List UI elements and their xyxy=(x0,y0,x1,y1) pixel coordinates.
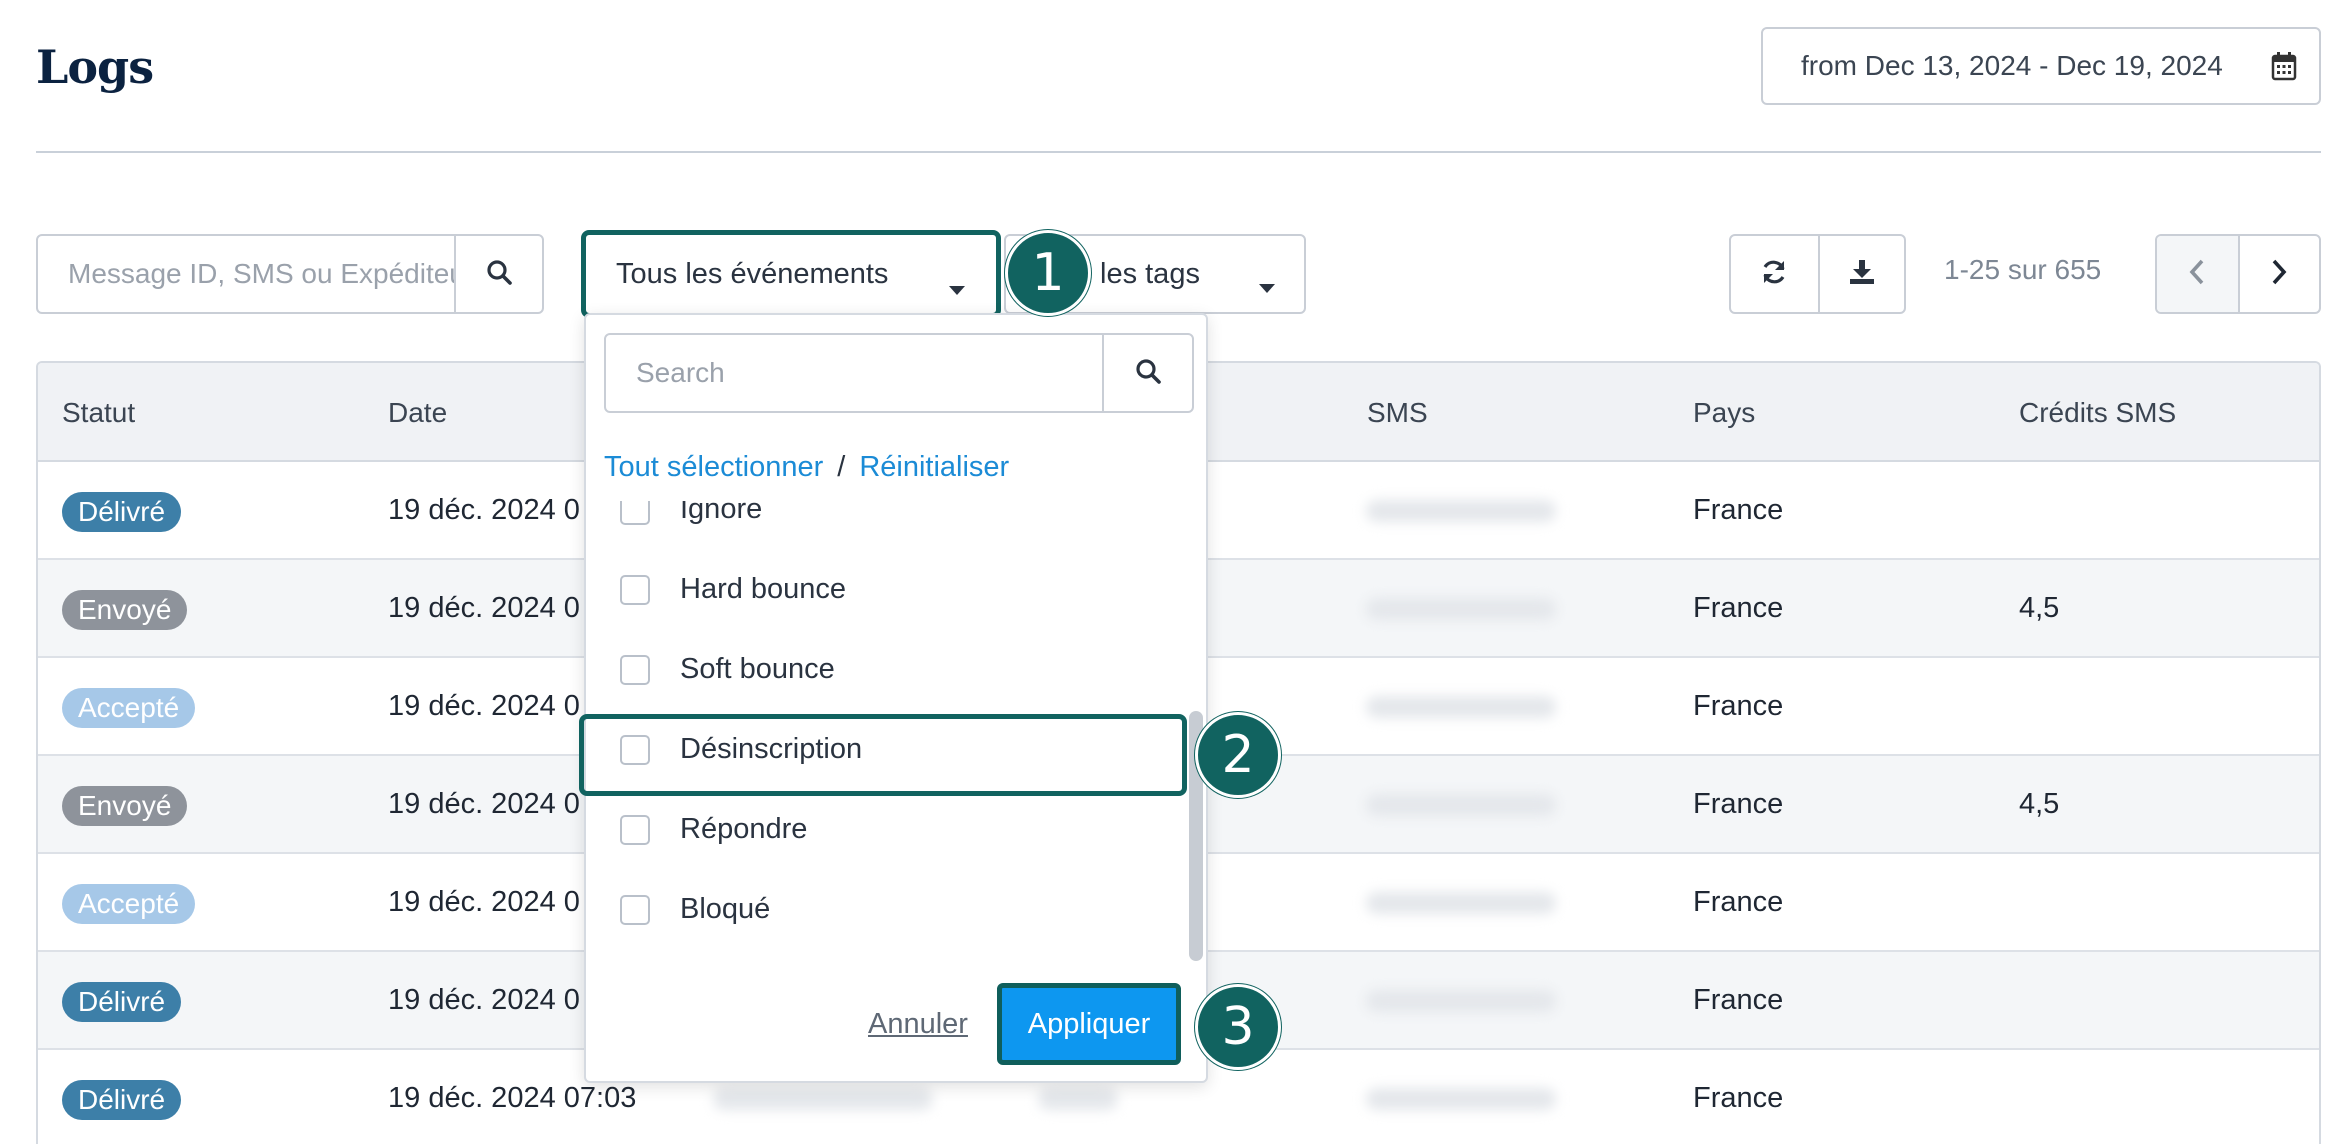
country-cell: France xyxy=(1693,788,1784,820)
header-divider xyxy=(36,151,2321,153)
events-search-input[interactable] xyxy=(606,335,1104,411)
status-badge: Accepté xyxy=(62,688,196,728)
step-badge-2: 2 xyxy=(1195,712,1281,798)
event-option[interactable]: Ignore xyxy=(620,501,762,526)
status-badge: Délivré xyxy=(62,1080,182,1120)
event-option[interactable]: Hard bounce xyxy=(620,573,846,606)
message-search-input[interactable] xyxy=(38,236,456,312)
column-header-sms[interactable]: SMS xyxy=(1367,397,1428,429)
calendar-icon xyxy=(2271,51,2297,88)
date-range-text: from Dec 13, 2024 - Dec 19, 2024 xyxy=(1801,50,2223,81)
caret-down-icon xyxy=(948,271,966,304)
checkbox[interactable] xyxy=(620,574,650,605)
checkbox[interactable] xyxy=(620,654,650,685)
chevron-right-icon xyxy=(2271,259,2287,290)
step-badge-1: 1 xyxy=(1005,230,1091,316)
status-badge: Envoyé xyxy=(62,786,188,826)
country-cell: France xyxy=(1693,1082,1784,1114)
select-all-link[interactable]: Tout sélectionner xyxy=(604,451,823,483)
caret-down-icon xyxy=(1258,269,1276,302)
column-header-credits[interactable]: Crédits SMS xyxy=(2019,397,2176,429)
redacted-value xyxy=(1366,500,1556,522)
column-header-country[interactable]: Pays xyxy=(1693,397,1755,429)
events-filter-dropdown[interactable]: Tous les événements xyxy=(581,230,1001,318)
message-search xyxy=(36,234,544,314)
status-badge: Envoyé xyxy=(62,590,188,630)
event-option-label: Soft bounce xyxy=(680,653,835,685)
country-cell: France xyxy=(1693,886,1784,918)
download-icon xyxy=(1848,258,1876,291)
actions-group xyxy=(1729,234,1906,314)
tags-filter-label: les tags xyxy=(1100,257,1200,290)
date-cell: 19 déc. 2024 0 xyxy=(388,494,580,526)
date-cell: 19 déc. 2024 0 xyxy=(388,690,580,722)
reset-link[interactable]: Réinitialiser xyxy=(859,451,1009,483)
column-header-date[interactable]: Date xyxy=(388,397,447,429)
pagination-nav xyxy=(2155,234,2321,314)
redacted-value xyxy=(1366,990,1556,1012)
redacted-value xyxy=(713,1088,933,1110)
redacted-value xyxy=(1366,598,1556,620)
date-cell: 19 déc. 2024 0 xyxy=(388,984,580,1016)
checkbox[interactable] xyxy=(620,814,650,845)
event-option-label: Hard bounce xyxy=(680,573,847,605)
event-option-label: Ignore xyxy=(680,501,763,525)
country-cell: France xyxy=(1693,690,1784,722)
status-badge: Délivré xyxy=(62,982,182,1022)
download-button[interactable] xyxy=(1817,236,1905,312)
event-option[interactable]: Bloqué xyxy=(620,893,770,926)
events-filter-label: Tous les événements xyxy=(616,257,889,290)
refresh-icon xyxy=(1760,258,1788,291)
event-option[interactable]: Répondre xyxy=(620,813,807,846)
next-page-button[interactable] xyxy=(2237,236,2319,312)
redacted-value xyxy=(1366,1088,1556,1110)
country-cell: France xyxy=(1693,984,1784,1016)
redacted-value xyxy=(1366,794,1556,816)
event-option-label: Bloqué xyxy=(680,893,771,925)
search-button[interactable] xyxy=(456,236,542,312)
events-search-button[interactable] xyxy=(1104,335,1192,411)
checkbox[interactable] xyxy=(620,501,650,525)
status-badge: Accepté xyxy=(62,884,196,924)
refresh-button[interactable] xyxy=(1731,236,1818,312)
country-cell: France xyxy=(1693,592,1784,624)
search-icon xyxy=(1134,357,1162,390)
event-option[interactable]: Soft bounce xyxy=(620,653,835,686)
events-search xyxy=(604,333,1194,413)
date-cell: 19 déc. 2024 07:03 xyxy=(388,1082,637,1114)
chevron-left-icon xyxy=(2189,259,2205,290)
date-cell: 19 déc. 2024 0 xyxy=(388,886,580,918)
previous-page-button[interactable] xyxy=(2157,236,2238,312)
credits-cell: 4,5 xyxy=(2019,592,2060,624)
cancel-link[interactable]: Annuler xyxy=(868,1008,968,1041)
page-title: Logs xyxy=(36,40,154,94)
search-icon xyxy=(485,258,513,291)
highlight-unsubscribe xyxy=(579,714,1187,796)
status-badge: Délivré xyxy=(62,492,182,532)
pagination-text: 1-25 sur 655 xyxy=(1944,254,2102,285)
redacted-value xyxy=(1038,1088,1118,1110)
redacted-value xyxy=(1366,696,1556,718)
apply-button[interactable]: Appliquer xyxy=(997,983,1181,1065)
step-badge-3: 3 xyxy=(1195,984,1281,1070)
date-range-picker[interactable]: from Dec 13, 2024 - Dec 19, 2024 xyxy=(1761,27,2321,105)
credits-cell: 4,5 xyxy=(2019,788,2060,820)
events-dropdown-panel: Tout sélectionner / Réinitialiser Ignore Ha… xyxy=(584,313,1208,1083)
link-separator: / xyxy=(837,451,846,483)
checkbox[interactable] xyxy=(620,894,650,925)
redacted-value xyxy=(1366,892,1556,914)
date-cell: 19 déc. 2024 0 xyxy=(388,788,580,820)
country-cell: France xyxy=(1693,494,1784,526)
selection-links: Tout sélectionner / Réinitialiser xyxy=(604,451,1009,484)
event-option-label: Répondre xyxy=(680,813,808,845)
date-cell: 19 déc. 2024 0 xyxy=(388,592,580,624)
column-header-status[interactable]: Statut xyxy=(62,397,135,429)
